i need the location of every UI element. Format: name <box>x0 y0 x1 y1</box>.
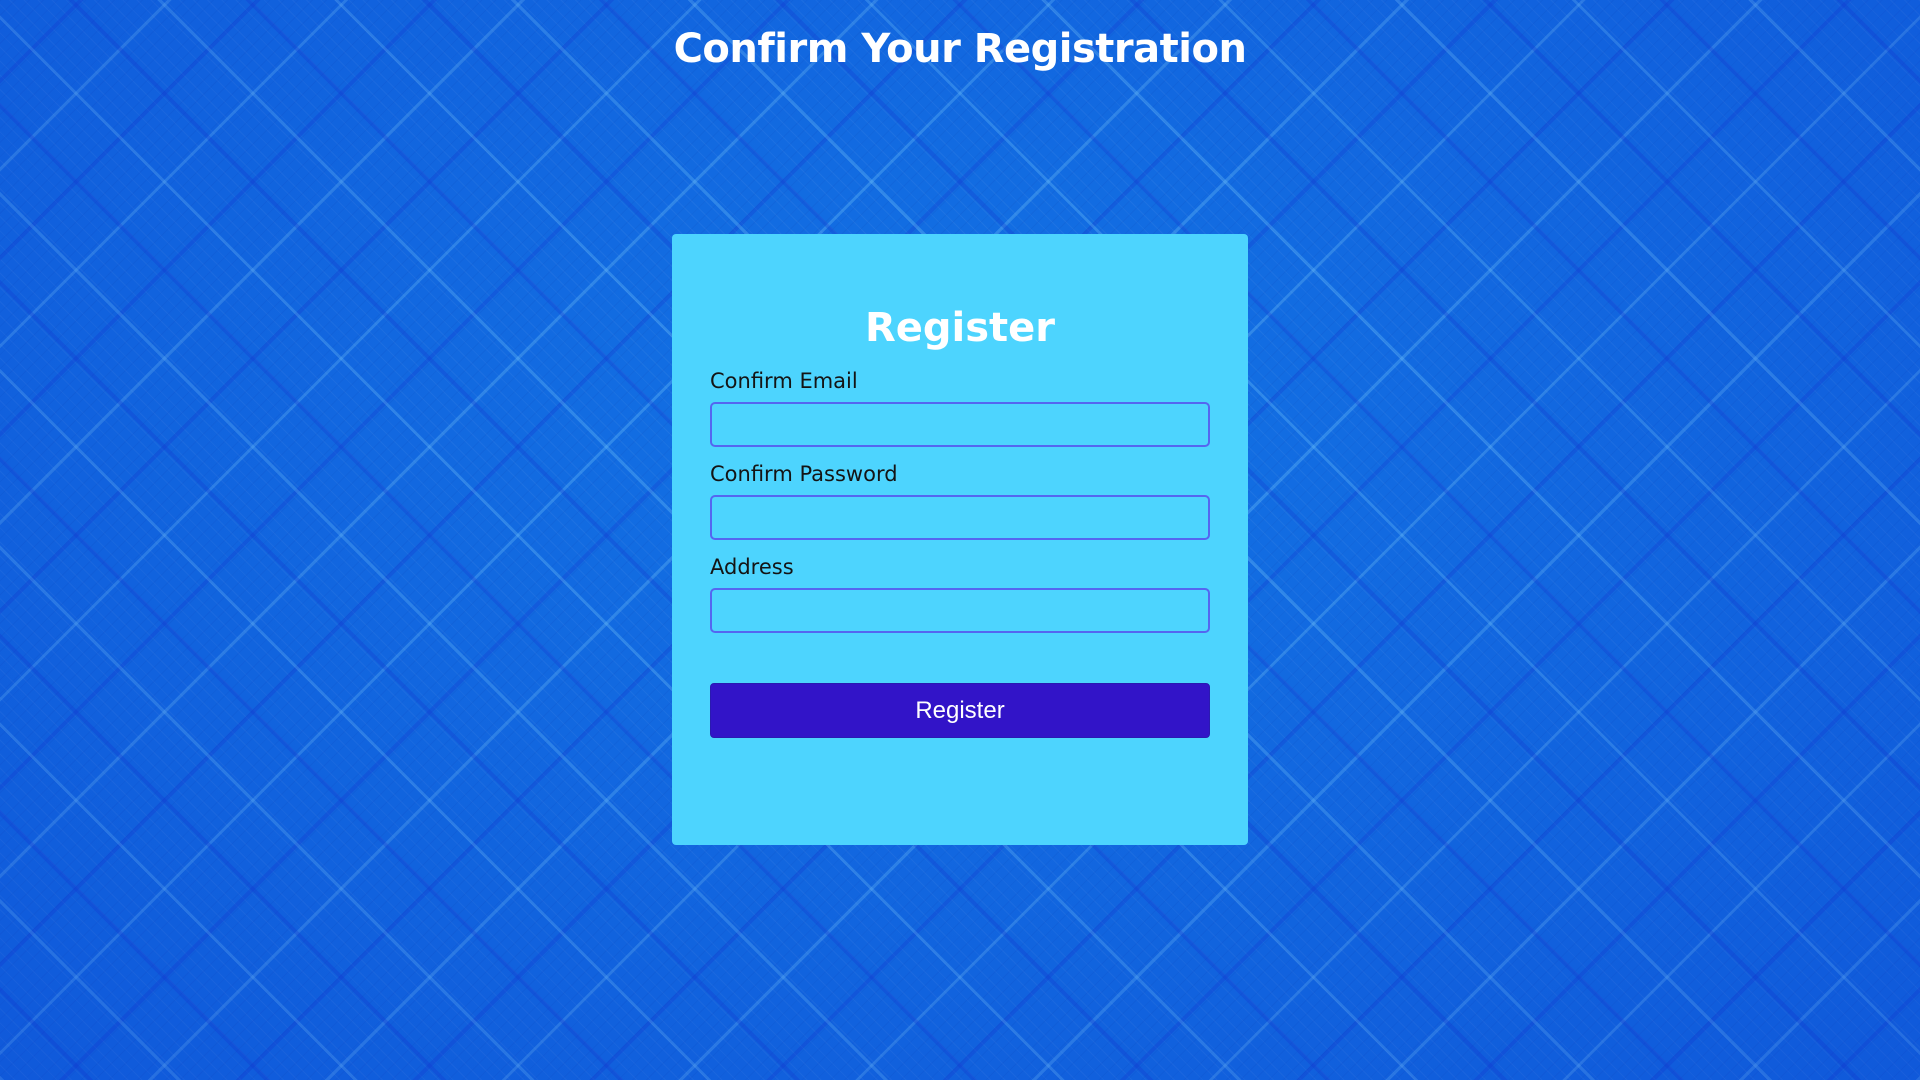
confirm-email-label: Confirm Email <box>710 369 858 393</box>
address-label: Address <box>710 555 794 579</box>
address-input[interactable] <box>710 588 1210 633</box>
confirm-password-input[interactable] <box>710 495 1210 540</box>
register-card: Register Confirm Email Confirm Password … <box>672 234 1248 845</box>
confirm-password-label: Confirm Password <box>710 462 898 486</box>
confirm-email-input[interactable] <box>710 402 1210 447</box>
page-title: Confirm Your Registration <box>673 26 1247 72</box>
form-title: Register <box>864 305 1056 351</box>
register-button[interactable]: Register <box>710 683 1210 738</box>
